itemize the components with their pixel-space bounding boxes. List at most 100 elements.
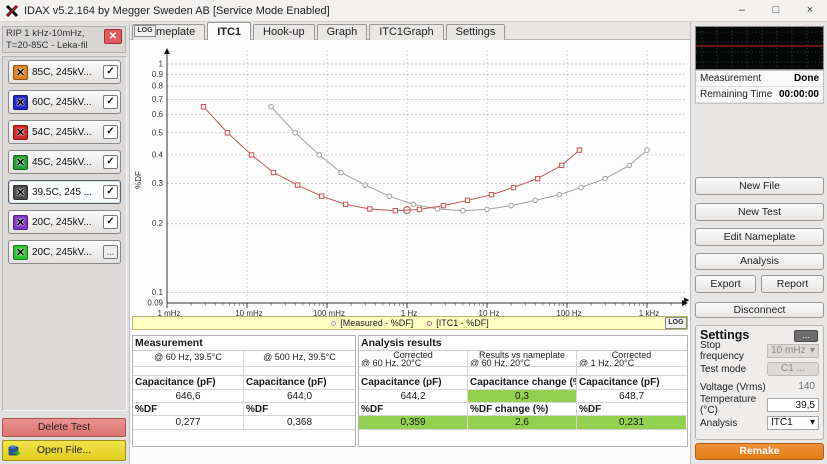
table-row [359,367,687,376]
test-item[interactable]: ✕ 20C, 245kV...... [8,240,121,264]
remaining-time-label: Remaining Time [700,89,772,100]
test-color-icon: ✕ [13,185,28,200]
legend-label-measured: [Measured - %DF] [340,318,413,328]
test-item-checkbox[interactable]: ✓ [103,65,118,79]
tab-hook-up[interactable]: Hook-up [253,24,315,40]
column-condition-header: @ 500 Hz, 39.5°C [244,351,355,366]
test-color-icon: ✕ [13,95,28,110]
tab-settings[interactable]: Settings [446,24,506,40]
analysis-results-table: Analysis resultsCorrected@ 60 Hz, 20°CRe… [358,335,688,447]
minimize-button[interactable]: – [725,0,759,22]
tab-itc1[interactable]: ITC1 [207,22,251,40]
open-file-label: Open File... [37,444,91,456]
titlebar: IDAX v5.2.164 by Megger Sweden AB [Servi… [0,0,827,22]
status-remaining-row: Remaining Time 00:00:00 [696,87,823,103]
main-panel: NameplateITC1Hook-upGraphITC1GraphSettin… [130,22,690,464]
measurement-status-value: Done [794,73,819,84]
close-button[interactable]: × [793,0,827,22]
test-item[interactable]: ✕60C, 245kV...✓ [8,90,121,114]
test-item-checkbox[interactable]: ✓ [103,125,118,139]
analysis-button[interactable]: Analysis [695,253,824,270]
results-tables: Measurement@ 60 Hz, 39.5°C@ 500 Hz, 39.5… [132,335,688,447]
capacitance-header: Capacitance (pF) [244,376,355,389]
table-row: 646,6644,0 [133,390,355,403]
analysis-label: Analysis [700,418,737,429]
test-item-label: 20C, 245kV... [32,247,103,258]
export-button[interactable]: Export [695,275,756,293]
open-file-icon [8,444,21,457]
legend-item-measured: [Measured - %DF] [331,318,413,328]
table-row: Capacitance (pF)Capacitance change (%)Ca… [359,376,687,390]
new-test-button[interactable]: New Test [695,203,824,221]
test-color-icon: ✕ [13,155,28,170]
test-item[interactable]: ✕20C, 245kV...✓ [8,210,121,234]
chart-canvas[interactable]: 10.90.80.70.60.50.40.30.20.10.091 mHz10 … [132,40,688,316]
group-header: Corrected@ 60 Hz, 20°C [359,351,468,366]
close-test-set-button[interactable]: ✕ [104,29,122,44]
svg-text:0.09: 0.09 [147,298,163,307]
test-item-label: 54C, 245kV... [32,127,103,138]
analysis-cap-value: 648,7 [577,390,686,402]
table-cell [244,367,355,375]
svg-text:1 mHz: 1 mHz [157,309,180,316]
temperature-input[interactable] [767,398,819,412]
test-item-label: 20C, 245kV... [32,217,103,228]
svg-text:1 kHz: 1 kHz [639,309,659,316]
log-scale-toggle-top[interactable]: LOG [134,25,156,37]
tab-itc1graph[interactable]: ITC1Graph [369,24,443,40]
stop-frequency-row: Stop frequency 10 mHz ▾ [700,342,819,360]
group-header: Results vs nameplate@ 60 Hz, 20°C [468,351,577,366]
report-button[interactable]: Report [761,275,824,293]
test-item[interactable]: ✕85C, 245kV...✓ [8,60,121,84]
measurement-table-title: Measurement [133,336,355,351]
test-item-checkbox[interactable]: ✓ [103,155,118,169]
app-icon [5,4,19,18]
test-item-checkbox[interactable]: ... [103,245,118,259]
test-item[interactable]: ✕39.5C, 245 ...✓ [8,180,121,204]
new-file-button[interactable]: New File [695,177,824,195]
test-color-icon: ✕ [13,65,28,80]
analysis-select[interactable]: ITC1 ▾ [767,416,819,430]
y-axis-label: %DF [134,171,143,189]
analysis-df-header: %DF [359,403,468,415]
maximize-button[interactable]: □ [759,0,793,22]
stop-frequency-value: 10 mHz [771,345,805,357]
test-mode-row: Test mode C1 ... [700,360,819,378]
test-item-checkbox[interactable]: ✓ [103,215,118,229]
tab-graph[interactable]: Graph [317,24,368,40]
analysis-df-header: %DF change (%) [468,403,577,415]
test-item-checkbox[interactable]: ✓ [103,185,118,199]
svg-text:10 Hz: 10 Hz [479,309,500,316]
disconnect-button[interactable]: Disconnect [695,302,824,318]
svg-text:10 mHz: 10 mHz [235,309,263,316]
test-item-label: 45C, 245kV... [32,157,103,168]
svg-text:1 Hz: 1 Hz [401,309,417,316]
remake-button[interactable]: Remake [695,443,824,460]
test-item[interactable]: ✕54C, 245kV...✓ [8,120,121,144]
column-condition-header: @ 60 Hz, 39.5°C [133,351,244,366]
table-row: Capacitance (pF)Capacitance (pF) [133,376,355,390]
test-color-icon: ✕ [13,245,28,260]
edit-nameplate-button[interactable]: Edit Nameplate [695,228,824,246]
df-value: 0,277 [133,416,244,429]
stop-frequency-select[interactable]: 10 mHz ▾ [767,344,819,358]
test-mode-button[interactable]: C1 ... [767,362,819,376]
log-scale-toggle-bottom[interactable]: LOG [665,317,687,329]
settings-more-button[interactable]: ... [794,330,818,342]
analysis-df-value: 0,231 [577,416,686,429]
right-panel: Measurement Done Remaining Time 00:00:00… [690,22,827,464]
analysis-row: Analysis ITC1 ▾ [700,414,819,432]
analysis-df-header: %DF [577,403,686,415]
analysis-value: ITC1 [771,417,793,429]
chart-legend-bar: [Measured - %DF] [ITC1 - %DF] LOG [132,316,688,330]
open-file-button[interactable]: Open File... [2,440,126,461]
capacitance-header: Capacitance (pF) [133,376,244,389]
measured-marker-icon [331,321,336,326]
scope-display [695,26,824,70]
test-item-checkbox[interactable]: ✓ [103,95,118,109]
svg-text:0.2: 0.2 [152,219,164,228]
test-item[interactable]: ✕ 45C, 245kV...✓ [8,150,121,174]
analysis-cap-value: 0,3 [468,390,577,402]
delete-test-button[interactable]: Delete Test [2,418,126,437]
window-title: IDAX v5.2.164 by Megger Sweden AB [Servi… [24,0,330,22]
